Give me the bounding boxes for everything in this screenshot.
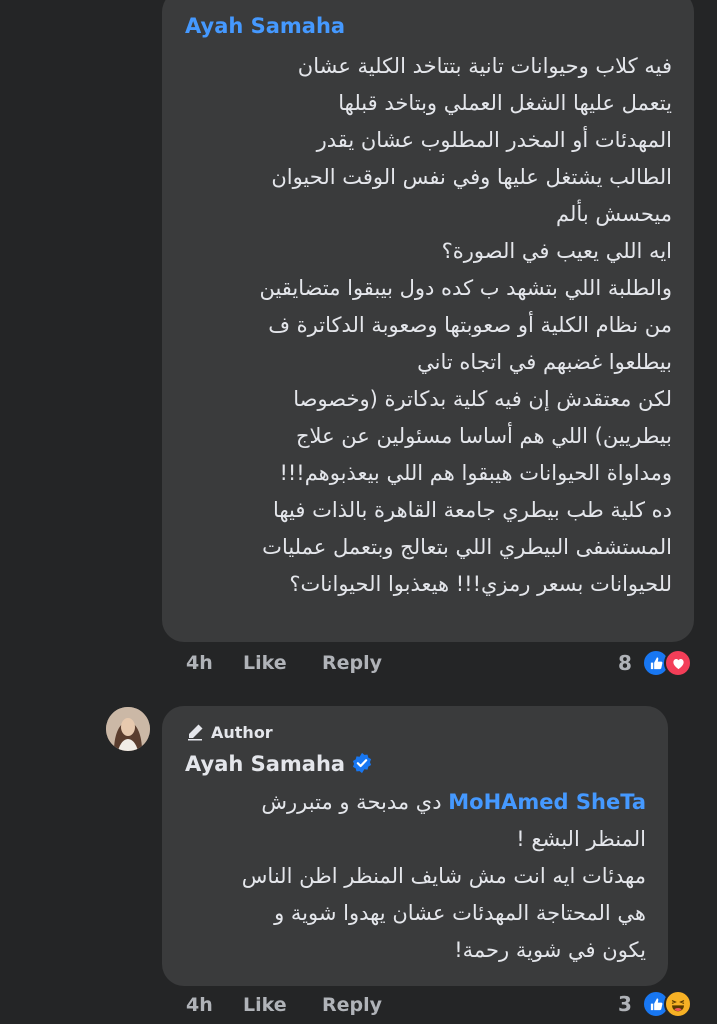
reaction-count: 3 — [618, 992, 632, 1016]
comment-author-name[interactable]: Ayah Samaha — [185, 14, 345, 38]
comment-timestamp[interactable]: 4h — [186, 652, 243, 674]
comment-line: ومداواة الحيوانات هيبقوا هم اللي بيعذبوه… — [279, 461, 672, 485]
reaction-count: 8 — [618, 651, 632, 675]
comment-line: للحيوانات بسعر رمزي!!! هيعذبوا الحيوانات… — [289, 572, 672, 596]
comment-bubble: Author Ayah Samaha MoHAmed SheTa دي مدبح… — [162, 706, 668, 986]
comment-author-name[interactable]: Ayah Samaha — [185, 752, 373, 776]
like-button[interactable]: Like — [243, 652, 322, 674]
reaction-summary[interactable]: 8 — [618, 649, 692, 677]
reply-button[interactable]: Reply — [322, 652, 382, 674]
reply-button[interactable]: Reply — [322, 994, 382, 1016]
author-badge-label: Author — [211, 722, 273, 742]
comment-line: المنظر البشع ! — [516, 827, 646, 851]
comment-line: فيه كلاب وحيوانات تانية بتتاخد الكلية عش… — [297, 54, 672, 78]
comment-line: هي المحتاجة المهدئات عشان يهدوا شوية و — [274, 901, 646, 925]
comment-line: والطلبة اللي بتشهد ب كده دول بيبقوا متضا… — [259, 276, 672, 300]
author-badge: Author — [185, 722, 273, 742]
pen-icon — [188, 724, 203, 741]
comment-text: MoHAmed SheTa دي مدبحة و متبررش المنظر ا… — [242, 784, 646, 969]
comment-line: ايه اللي يعيب في الصورة؟ — [441, 239, 672, 263]
haha-icon — [664, 990, 692, 1018]
comment-line: ده كلية طب بيطري جامعة القاهرة بالذات في… — [272, 498, 672, 522]
verified-badge-icon — [353, 752, 372, 774]
comment-actions: 4h Like Reply — [186, 994, 382, 1016]
comment-line: يكون في شوية رحمة! — [454, 938, 646, 962]
comment-line: المهدئات أو المخدر المطلوب عشان يقدر — [316, 128, 672, 152]
comment-text: فيه كلاب وحيوانات تانية بتتاخد الكلية عش… — [259, 48, 672, 603]
comment-author-name-text: Ayah Samaha — [185, 752, 346, 776]
comment-line: لكن معتقدش إن فيه كلية بدكاترة (وخصوصا — [293, 387, 672, 411]
like-button[interactable]: Like — [243, 994, 322, 1016]
comment-bubble: Ayah Samaha فيه كلاب وحيوانات تانية بتتا… — [162, 0, 694, 642]
comment-line: بيطلعوا غضبهم في اتجاه تاني — [417, 350, 672, 374]
comment-line: المستشفى البيطري اللي بتعالج وبتعمل عملي… — [262, 535, 672, 559]
comment-line: بيطريين) اللي هم أساسا مسئولين عن علاج — [296, 424, 672, 448]
comment-line: MoHAmed SheTa دي مدبحة و متبررش — [242, 784, 646, 821]
comment-line: مهدئات ايه انت مش شايف المنظر اظن الناس — [241, 864, 646, 888]
avatar[interactable] — [106, 707, 150, 751]
comment-line: من نظام الكلية أو صعوبتها وصعوبة الدكاتر… — [268, 313, 672, 337]
comment-line: الطالب يشتغل عليها وفي نفس الوقت الحيوان — [271, 165, 672, 189]
comment-actions: 4h Like Reply — [186, 652, 382, 674]
reaction-summary[interactable]: 3 — [618, 990, 692, 1018]
comment-line: يتعمل عليها الشغل العملي وبتاخد قبلها — [338, 91, 672, 115]
comment-line-text: دي مدبحة و متبررش — [261, 790, 442, 814]
love-icon — [664, 649, 692, 677]
mention-link[interactable]: MoHAmed SheTa — [448, 790, 646, 814]
comment-line: ميحسش بألم — [556, 202, 672, 226]
comment-timestamp[interactable]: 4h — [186, 994, 243, 1016]
